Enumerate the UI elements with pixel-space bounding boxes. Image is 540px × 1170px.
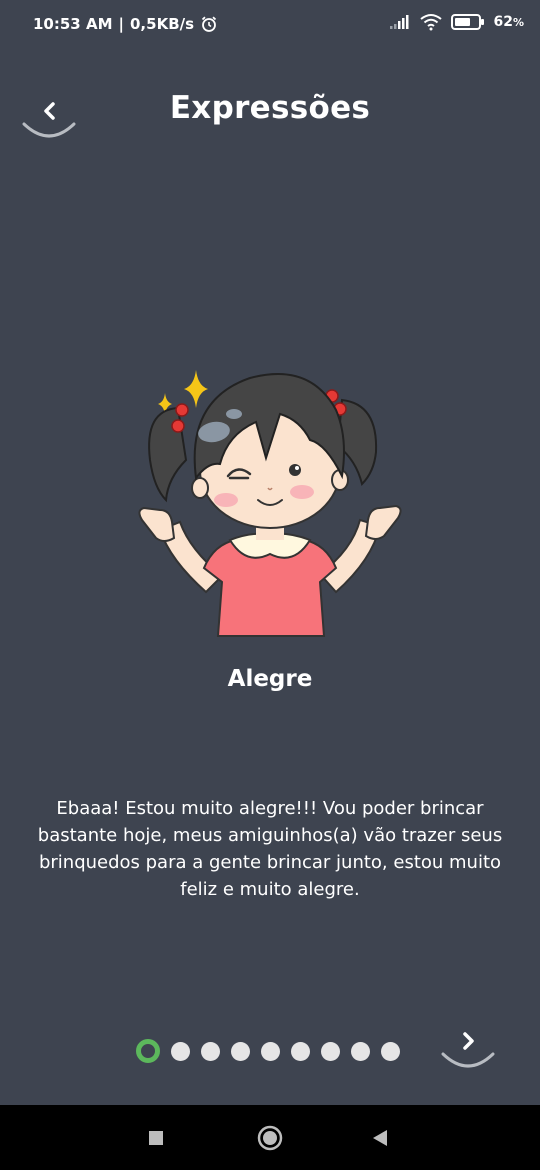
page-dot[interactable] [171,1041,190,1061]
page-dot[interactable] [381,1041,400,1061]
page-dot[interactable] [201,1041,220,1061]
square-icon [149,1131,163,1145]
page-indicator [136,1039,400,1063]
status-time: 10:53 AM [33,15,113,33]
girl-illustration [130,360,410,645]
page-dot[interactable] [351,1041,370,1061]
battery-percent: 62% [493,14,524,30]
header: Expressões [0,78,540,142]
battery-icon [451,14,485,30]
status-left: 10:53 AM | 0,5KB/s [33,15,218,33]
recents-button[interactable] [141,1123,171,1153]
home-button[interactable] [255,1123,285,1153]
page-dot[interactable] [291,1041,310,1061]
expression-description: Ebaaa! Estou muito alegre!!! Vou poder b… [37,798,503,900]
page-title: Expressões [169,90,371,126]
expression-name: Alegre [227,666,313,692]
circle-icon [257,1125,283,1151]
wifi-icon [420,14,443,31]
page-dot[interactable] [321,1041,340,1061]
happy-girl-image [138,370,402,637]
status-bar: 10:53 AM | 0,5KB/s 62% [0,0,540,50]
chevron-right-icon [441,1032,495,1068]
status-network-speed: 0,5KB/s [130,15,195,33]
alarm-icon [201,16,217,32]
page-dot[interactable] [231,1041,250,1061]
system-back-button[interactable] [365,1123,395,1153]
triangle-back-icon [373,1130,387,1146]
status-right: 62% [389,13,524,31]
page-dot[interactable] [261,1041,280,1061]
next-button[interactable] [437,1020,499,1076]
signal-icon [390,15,409,29]
status-separator: | [118,15,124,33]
page-dot-active[interactable] [136,1039,160,1063]
system-nav-bar [0,1105,540,1170]
